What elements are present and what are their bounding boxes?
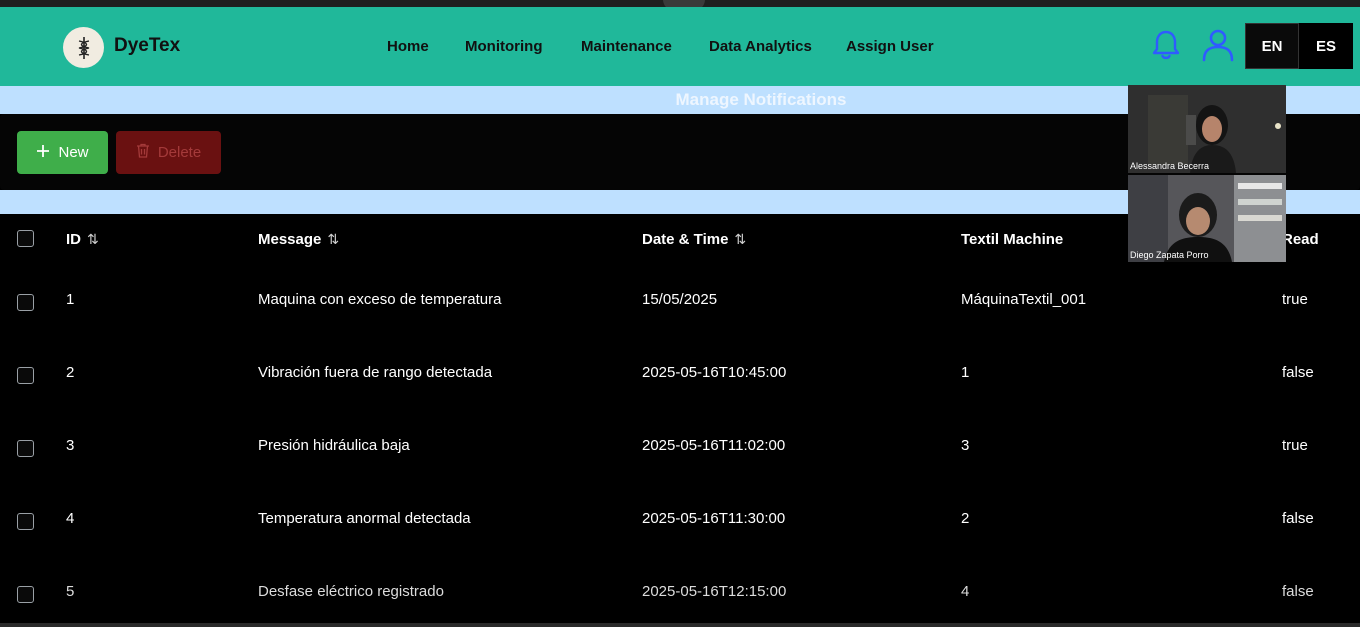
brand-name[interactable]: DyeTex	[114, 35, 180, 57]
language-es-button[interactable]: ES	[1299, 23, 1353, 69]
column-header-id[interactable]: ID ⇅	[66, 231, 99, 248]
participant-name: Diego Zapata Porro	[1130, 250, 1209, 260]
sort-icon[interactable]: ⇅	[734, 231, 746, 247]
plus-icon	[36, 144, 50, 162]
row-checkbox[interactable]	[17, 513, 34, 530]
cell-read: false	[1282, 583, 1314, 600]
nav-monitoring[interactable]: Monitoring	[465, 38, 542, 55]
cell-read: true	[1282, 291, 1308, 308]
cell-machine: 1	[961, 364, 970, 381]
cell-id: 3	[66, 437, 75, 454]
cell-datetime: 2025-05-16T10:45:00	[642, 364, 787, 381]
cell-machine: 2	[961, 510, 970, 527]
table-row[interactable]: 4 Temperatura anormal detectada 2025-05-…	[0, 483, 1360, 556]
cell-read: false	[1282, 510, 1314, 527]
cell-datetime: 15/05/2025	[642, 291, 718, 308]
cell-message: Maquina con exceso de temperatura	[258, 291, 502, 308]
nav-home[interactable]: Home	[387, 38, 429, 55]
column-header-machine[interactable]: Textil Machine	[961, 231, 1063, 248]
select-all-checkbox[interactable]	[17, 230, 34, 247]
table-row[interactable]: 3 Presión hidráulica baja 2025-05-16T11:…	[0, 410, 1360, 483]
row-checkbox[interactable]	[17, 367, 34, 384]
cell-datetime: 2025-05-16T11:30:00	[642, 510, 786, 527]
cell-id: 5	[66, 583, 75, 600]
bell-icon[interactable]	[1149, 28, 1183, 62]
cell-read: true	[1282, 437, 1308, 454]
trash-icon	[136, 143, 150, 162]
dyetex-logo-icon[interactable]	[63, 27, 104, 68]
table-row[interactable]: 5 Desfase eléctrico registrado 2025-05-1…	[0, 556, 1360, 627]
table-row[interactable]: 1 Maquina con exceso de temperatura 15/0…	[0, 264, 1360, 337]
nav-data-analytics[interactable]: Data Analytics	[709, 38, 812, 55]
new-button-label: New	[58, 144, 89, 161]
cell-datetime: 2025-05-16T11:02:00	[642, 437, 786, 454]
column-header-message[interactable]: Message ⇅	[258, 231, 339, 248]
cell-machine: 4	[961, 583, 970, 600]
navbar: DyeTex Home Monitoring Maintenance Data …	[0, 7, 1360, 86]
column-header-read[interactable]: Read	[1282, 231, 1319, 248]
bottom-border	[0, 623, 1360, 627]
cell-message: Desfase eléctrico registrado	[258, 583, 444, 600]
cell-machine: 3	[961, 437, 970, 454]
column-message-label: Message	[258, 231, 322, 248]
new-button[interactable]: New	[17, 131, 108, 174]
cell-machine: MáquinaTextil_001	[961, 291, 1087, 308]
language-en-button[interactable]: EN	[1245, 23, 1299, 69]
cell-id: 4	[66, 510, 75, 527]
user-profile-icon[interactable]	[1200, 27, 1236, 63]
table-row[interactable]: 2 Vibración fuera de rango detectada 202…	[0, 337, 1360, 410]
sort-icon[interactable]: ⇅	[87, 231, 99, 247]
video-tile-participant-1[interactable]: Alessandra Becerra	[1128, 85, 1286, 173]
column-header-datetime[interactable]: Date & Time ⇅	[642, 231, 746, 248]
cell-datetime: 2025-05-16T12:15:00	[642, 583, 787, 600]
row-checkbox[interactable]	[17, 294, 34, 311]
participant-video-frame-icon	[1128, 175, 1286, 262]
participant-name: Alessandra Becerra	[1130, 161, 1210, 171]
delete-button[interactable]: Delete	[116, 131, 221, 174]
cell-id: 1	[66, 291, 75, 308]
nav-assign-user[interactable]: Assign User	[846, 38, 934, 55]
row-checkbox[interactable]	[17, 440, 34, 457]
video-tile-participant-2[interactable]: Diego Zapata Porro	[1128, 175, 1286, 262]
cell-message: Vibración fuera de rango detectada	[258, 364, 493, 381]
nav-maintenance[interactable]: Maintenance	[581, 38, 672, 55]
cell-read: false	[1282, 364, 1314, 381]
cell-message: Temperatura anormal detectada	[258, 510, 471, 527]
column-id-label: ID	[66, 231, 81, 248]
cell-message: Presión hidráulica baja	[258, 437, 410, 454]
cell-id: 2	[66, 364, 75, 381]
row-checkbox[interactable]	[17, 586, 34, 603]
column-datetime-label: Date & Time	[642, 231, 729, 248]
delete-button-label: Delete	[157, 144, 202, 161]
window-top-strip	[0, 0, 1360, 14]
participant-video-frame-icon	[1128, 85, 1286, 173]
sort-icon[interactable]: ⇅	[327, 231, 339, 247]
